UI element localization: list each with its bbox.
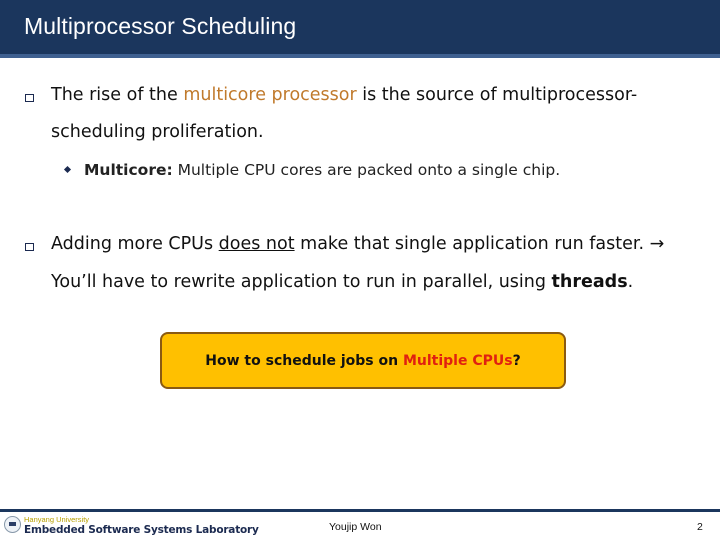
- callout-question: How to schedule jobs on Multiple CPUs?: [205, 353, 520, 369]
- text: Multiple CPU cores are packed onto a sin…: [172, 161, 561, 179]
- text: is the source of multiprocessor-: [356, 85, 638, 105]
- bullet-2-line-1: Adding more CPUs does not make that sing…: [51, 234, 664, 254]
- page-number: 2: [697, 521, 703, 533]
- diamond-bullet-icon: [63, 165, 72, 174]
- highlight-multiple-cpus: Multiple CPUs: [402, 352, 513, 369]
- logo-emblem: [9, 522, 16, 526]
- footer-divider: [0, 509, 720, 512]
- text: .: [627, 272, 634, 292]
- bullet-1-line-1: The rise of the multicore processor is t…: [51, 85, 637, 105]
- square-bullet-icon: [25, 94, 34, 102]
- slide-title: Multiprocessor Scheduling: [24, 13, 297, 39]
- arrow-right-icon: →: [649, 234, 665, 254]
- university-logo-icon: [4, 516, 21, 533]
- text: How to schedule jobs on: [205, 352, 403, 369]
- header-accent-strip: [0, 54, 720, 58]
- underline-does-not: does not: [218, 234, 295, 254]
- text: Adding more CPUs: [51, 234, 219, 254]
- footer-university: Hanyang University: [24, 515, 90, 524]
- text: The rise of the: [51, 85, 184, 105]
- term-multicore: Multicore:: [84, 161, 173, 179]
- bold-threads: threads: [551, 272, 628, 292]
- text: You’ll have to rewrite application to ru…: [51, 272, 552, 292]
- square-bullet-icon: [25, 243, 34, 251]
- bullet-1-line-2: scheduling proliferation.: [51, 122, 264, 142]
- footer-author: Youjip Won: [329, 521, 382, 533]
- sub-bullet-multicore: Multicore: Multiple CPU cores are packed…: [84, 161, 560, 179]
- text: make that single application run faster.: [294, 234, 650, 254]
- footer-lab-name: Embedded Software Systems Laboratory: [24, 524, 259, 536]
- bullet-2-line-2: You’ll have to rewrite application to ru…: [51, 272, 633, 292]
- callout-box: How to schedule jobs on Multiple CPUs?: [160, 332, 566, 389]
- text: ?: [512, 352, 521, 369]
- highlight-multicore-processor: multicore processor: [183, 85, 357, 105]
